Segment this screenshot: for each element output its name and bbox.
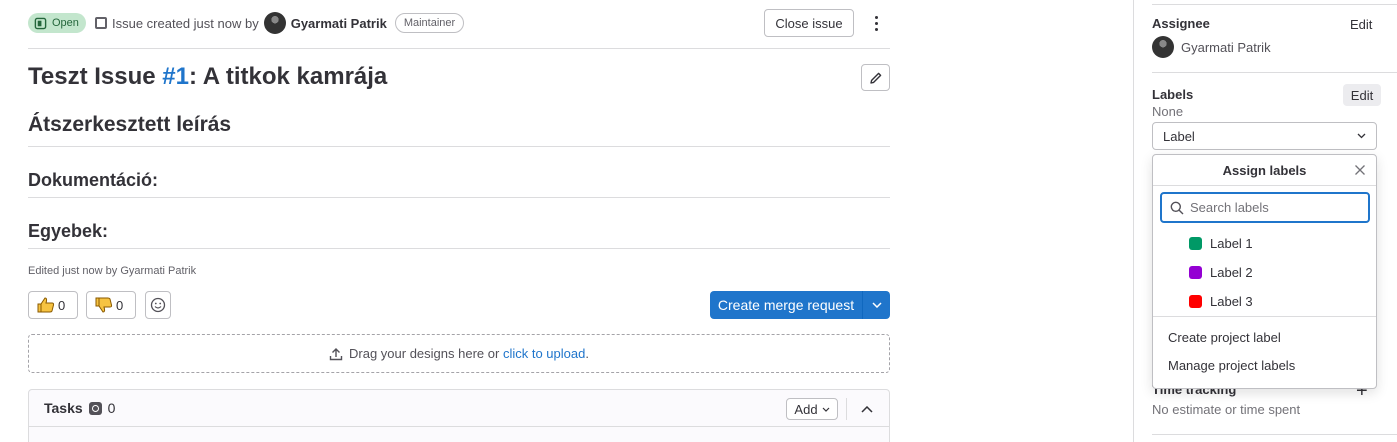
divider [28, 146, 890, 147]
thumbs-down-button[interactable]: 0 [86, 291, 136, 319]
edited-info: Edited just now by Gyarmati Patrik [28, 265, 197, 277]
search-icon [1170, 201, 1184, 214]
label-color-swatch [1189, 265, 1202, 279]
section-heading: Dokumentáció: [28, 170, 159, 190]
divider [846, 398, 847, 420]
divider [1152, 434, 1397, 435]
tasks-header: Tasks 0 [29, 390, 889, 427]
manage-project-labels-link[interactable]: Manage project labels [1168, 358, 1295, 373]
divider [1152, 4, 1397, 5]
role-badge: Maintainer [394, 13, 465, 33]
author-link[interactable]: Gyarmati Patrik [291, 16, 387, 31]
assignee-label: Assignee [1152, 16, 1210, 31]
labels-value: None [1152, 104, 1184, 119]
upload-link[interactable]: click to upload [503, 346, 585, 361]
assignee-edit-button[interactable]: Edit [1350, 17, 1372, 32]
time-tracking-value: No estimate or time spent [1152, 402, 1301, 417]
close-issue-button[interactable]: Close issue [764, 9, 854, 37]
author-avatar[interactable] [263, 12, 286, 34]
add-task-button[interactable]: Add [786, 398, 838, 420]
design-dropzone[interactable]: Drag your designs here or click to uploa… [28, 334, 890, 373]
smiley-icon [150, 297, 166, 313]
title-suffix: : A titkok kamrája [188, 63, 388, 90]
create-project-label-link[interactable]: Create project label [1168, 330, 1281, 345]
thumbs-up-count: 0 [58, 297, 66, 313]
issue-type-icon [95, 17, 107, 29]
issue-open-icon [34, 17, 47, 29]
assignee-name: Gyarmati Patrik [1181, 39, 1271, 55]
issue-meta: Issue created just now by Gyarmati Patri… [95, 12, 465, 34]
description-heading: Átszerkesztett leírás [28, 113, 232, 136]
label-option[interactable]: Label 3 [1189, 291, 1253, 311]
tasks-count: 0 [107, 400, 116, 416]
label-option-name: Label 1 [1210, 235, 1253, 251]
label-color-swatch [1189, 294, 1202, 308]
issue-reference-link[interactable]: #1 [162, 63, 189, 90]
more-actions-icon[interactable] [868, 12, 884, 34]
dropzone-text: Drag your designs here or click to uploa… [349, 346, 589, 361]
assignee-avatar [1152, 36, 1174, 58]
divider [28, 248, 890, 249]
thumbs-down-icon [95, 297, 113, 313]
labels-label: Labels [1152, 87, 1194, 102]
merge-request-options-button[interactable] [862, 291, 890, 319]
collapse-tasks-button[interactable] [856, 398, 878, 420]
label-color-swatch [1189, 236, 1202, 250]
created-text: Issue created just now by [112, 15, 259, 31]
label-option[interactable]: Label 2 [1189, 262, 1253, 282]
dropdown-title: Assign labels [1222, 162, 1307, 178]
assignee[interactable]: Gyarmati Patrik [1152, 36, 1271, 58]
upload-icon [329, 347, 343, 360]
title-prefix: Teszt Issue [28, 63, 156, 90]
label-option-name: Label 3 [1210, 293, 1253, 309]
divider [1153, 185, 1376, 186]
label-select-value: Label [1163, 128, 1195, 144]
label-search[interactable] [1160, 192, 1370, 223]
section-heading: Egyebek: [28, 221, 109, 241]
tasks-widget: Tasks 0 Add [28, 389, 890, 442]
divider [28, 197, 890, 198]
pencil-icon [869, 72, 881, 84]
assign-labels-dropdown: Assign labels Label 1 Label 2 Label 3 Cr… [1152, 154, 1377, 389]
edit-title-button[interactable] [861, 64, 890, 91]
divider [1153, 316, 1376, 317]
thumbs-up-button[interactable]: 0 [28, 291, 78, 319]
divider [28, 48, 890, 49]
chevron-down-icon [1357, 133, 1366, 139]
status-text: Open [52, 17, 79, 29]
add-reaction-button[interactable] [145, 291, 171, 319]
task-icon [88, 401, 102, 415]
search-labels-input[interactable] [1190, 200, 1360, 215]
chevron-down-icon [822, 407, 829, 412]
label-option[interactable]: Label 1 [1189, 233, 1253, 253]
thumbs-up-icon [37, 297, 55, 313]
close-icon[interactable] [1354, 164, 1366, 176]
chevron-up-icon [861, 405, 873, 413]
tasks-title: Tasks [44, 400, 83, 416]
label-option-name: Label 2 [1210, 264, 1253, 280]
labels-edit-button[interactable]: Edit [1343, 84, 1381, 106]
divider [1152, 72, 1397, 73]
chevron-down-icon [871, 302, 882, 308]
issue-title: Teszt Issue #1: A titkok kamrája [28, 63, 387, 91]
label-select[interactable]: Label [1152, 122, 1377, 150]
add-task-label: Add [794, 401, 818, 417]
thumbs-down-count: 0 [116, 297, 124, 313]
status-badge: Open [28, 13, 86, 33]
create-merge-request-button[interactable]: Create merge request [710, 291, 862, 319]
